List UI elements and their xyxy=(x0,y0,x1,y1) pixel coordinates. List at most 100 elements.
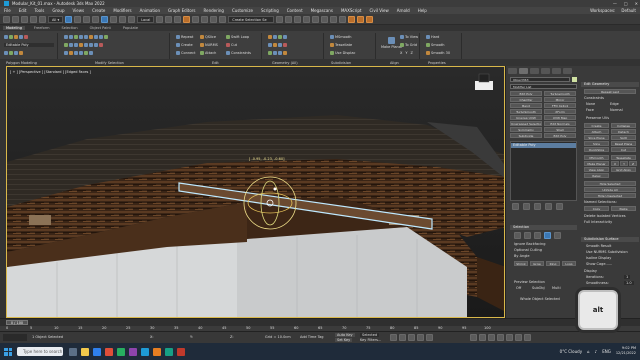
polygon-level-icon[interactable] xyxy=(544,232,551,239)
mod-turbosmooth2-button[interactable]: TurboSmooth xyxy=(510,109,542,114)
select-object-icon[interactable] xyxy=(65,15,73,23)
modify-selection-row3[interactable] xyxy=(64,51,93,55)
geo-z-button[interactable]: Z xyxy=(629,161,637,166)
menu-help[interactable]: Help xyxy=(418,8,427,13)
create-tab-icon[interactable] xyxy=(508,68,517,74)
geo-split-button[interactable]: Split xyxy=(611,135,636,140)
tab-object-paint[interactable]: Object Paint xyxy=(87,26,114,30)
vertex-level-icon[interactable] xyxy=(514,232,521,239)
ribbon-toggle-icon[interactable] xyxy=(312,15,320,23)
mod-mirror-button[interactable]: Mirror xyxy=(544,97,576,102)
menu-file[interactable]: File xyxy=(4,8,11,13)
preview-off-radio[interactable]: Off xyxy=(516,286,521,290)
menu-arnold[interactable]: Arnold xyxy=(397,8,410,13)
menu-rendering[interactable]: Rendering xyxy=(204,8,224,13)
connect-button[interactable]: Connect xyxy=(176,51,195,55)
copy-button[interactable]: Copy xyxy=(584,206,609,211)
close-button[interactable]: ✕ xyxy=(635,1,638,6)
mail-icon[interactable] xyxy=(129,347,137,356)
group-title-align[interactable]: Align xyxy=(390,61,399,65)
mod-ffd-button[interactable]: FFD 4x4x4 xyxy=(544,103,576,108)
preview-multi-radio[interactable]: Multi xyxy=(552,286,561,290)
rendered-frame-icon[interactable] xyxy=(357,15,365,23)
geo-slice-plane-button[interactable]: Slice Plane xyxy=(584,135,609,140)
geo-msmooth-button[interactable]: MSmooth xyxy=(584,155,609,160)
maxscript-listener-mini[interactable] xyxy=(3,334,27,341)
tab-freeform[interactable]: Freeform xyxy=(31,26,53,30)
stack-item-editable-poly[interactable]: Editable Poly xyxy=(511,143,576,148)
selection-filter-dropdown[interactable]: All ▾ xyxy=(48,15,64,23)
utilities-tab-icon[interactable] xyxy=(563,68,572,74)
bind-space-warp-icon[interactable] xyxy=(39,15,46,23)
3dsmax-taskbar-icon[interactable] xyxy=(141,347,149,356)
subdivision-rollout-header[interactable]: Subdivision Surface xyxy=(581,237,639,242)
system-clock[interactable]: 9:02 PM 12/21/2022 xyxy=(616,346,636,356)
link-icon[interactable] xyxy=(21,15,28,23)
edge-browser-icon[interactable] xyxy=(93,347,101,356)
geo-relax-button[interactable]: Relax xyxy=(584,173,609,178)
render-setup-icon[interactable] xyxy=(348,15,356,23)
geometry-row1[interactable] xyxy=(268,35,287,39)
snap-toggle-icon[interactable] xyxy=(183,15,191,23)
redo-icon[interactable] xyxy=(12,15,19,23)
geo-quickslice-button[interactable]: QuickSlice xyxy=(584,147,609,152)
percent-snap-icon[interactable] xyxy=(201,15,209,23)
ring-button[interactable]: Ring xyxy=(546,261,560,266)
modify-selection-row2[interactable] xyxy=(64,43,103,47)
group-title-geometry[interactable]: Geometry (All) xyxy=(272,61,298,65)
layer-explorer-icon[interactable] xyxy=(303,15,311,23)
isoline-display-checkbox[interactable]: Isoline Display xyxy=(586,256,611,260)
store-icon[interactable] xyxy=(117,347,125,356)
geo-collapse-button[interactable]: Collapse xyxy=(611,123,636,128)
network-icon[interactable]: ⌂ xyxy=(587,349,590,354)
geo-detach-button[interactable]: Detach xyxy=(611,129,636,134)
shrink-button[interactable]: Shrink xyxy=(514,261,528,266)
smooth-30-button[interactable]: Smooth 30 xyxy=(426,51,450,55)
menu-content[interactable]: Content xyxy=(287,8,303,13)
pivot-center-icon[interactable] xyxy=(156,15,164,23)
cut-button[interactable]: Cut xyxy=(226,43,237,47)
poly-modeling-icons[interactable] xyxy=(4,35,28,39)
mod-unwrapped-sel-button[interactable]: Unwrapped Selection xyxy=(510,121,542,126)
hierarchy-tab-icon[interactable] xyxy=(530,68,539,74)
smooth-result-checkbox[interactable]: Smooth Result xyxy=(586,244,611,248)
named-selection-set-field[interactable]: Create Selection Se xyxy=(228,15,275,23)
modifier-list-dropdown[interactable]: Modifier List xyxy=(510,84,577,89)
grow-button[interactable]: Grow xyxy=(530,261,544,266)
select-manipulate-icon[interactable] xyxy=(165,15,173,23)
minimize-button[interactable]: — xyxy=(613,1,617,6)
mod-edit-poly-button[interactable]: Edit Poly xyxy=(510,91,542,96)
mod-unwrap-button[interactable]: Unwrap UVW xyxy=(510,115,542,120)
geo-attach-button[interactable]: Attach xyxy=(584,129,609,134)
menu-modifiers[interactable]: Modifiers xyxy=(113,8,131,13)
create-button[interactable]: Create xyxy=(176,43,193,47)
group-title-modify-selection[interactable]: Modify Selection xyxy=(95,61,124,65)
hard-button[interactable]: Hard xyxy=(426,35,439,39)
object-name-field[interactable]: Object363 xyxy=(510,77,570,82)
menu-group[interactable]: Group xyxy=(52,8,64,13)
mod-chamfer-button[interactable]: Chamfer xyxy=(510,97,542,102)
pin-stack-icon[interactable] xyxy=(512,203,519,210)
use-displacement-button[interactable]: Use Displac xyxy=(330,51,355,55)
geo-reset-plane-button[interactable]: Reset Plane xyxy=(611,141,636,146)
menu-customize[interactable]: Customize xyxy=(232,8,253,13)
poly-extra-icons[interactable] xyxy=(4,51,23,55)
constraints-button[interactable]: Constraints xyxy=(226,51,251,55)
time-slider-thumb[interactable]: 0 / 100 xyxy=(6,320,28,325)
geo-make-planar-button[interactable]: Make Planar xyxy=(584,161,609,166)
menu-maxscript[interactable]: MAXScript xyxy=(341,8,362,13)
field-of-view-icon[interactable] xyxy=(497,334,504,341)
file-explorer-icon[interactable] xyxy=(81,347,89,356)
photoshop-icon[interactable] xyxy=(153,347,161,356)
modify-tab-icon[interactable] xyxy=(519,68,528,74)
object-color-swatch[interactable] xyxy=(572,77,577,82)
angle-snap-icon[interactable] xyxy=(192,15,200,23)
mod-uvw-map-button[interactable]: UVW Map xyxy=(544,115,576,120)
viewport-label[interactable]: [ + ] [Perspective ] [Standard ] [Edged … xyxy=(10,70,91,74)
swift-loop-button[interactable]: Swift Loop xyxy=(226,35,249,39)
placement-icon[interactable] xyxy=(128,15,136,23)
hide-selected-button[interactable]: Hide Selected xyxy=(584,181,636,186)
modify-selection-row1[interactable] xyxy=(64,35,108,39)
schematic-view-icon[interactable] xyxy=(330,15,338,23)
mod-bend-button[interactable]: Bend xyxy=(510,103,542,108)
